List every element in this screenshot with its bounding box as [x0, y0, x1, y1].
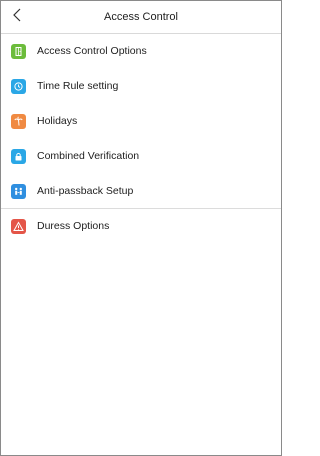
back-button[interactable] [3, 3, 31, 31]
header-bar: Access Control [1, 1, 281, 34]
menu-item-duress-options[interactable]: Duress Options [1, 209, 281, 244]
menu-item-label: Access Control Options [37, 45, 147, 57]
menu-item-anti-passback-setup[interactable]: Anti-passback Setup [1, 174, 281, 209]
access-control-screen: Access Control Access Control Options Ti… [0, 0, 282, 456]
warning-icon [11, 218, 26, 234]
palm-tree-icon [11, 113, 26, 129]
menu-item-label: Holidays [37, 115, 78, 127]
people-arrows-icon [11, 183, 26, 199]
menu-item-label: Combined Verification [37, 150, 140, 162]
menu-item-label: Anti-passback Setup [37, 185, 134, 197]
menu-item-label: Time Rule setting [37, 80, 119, 92]
menu-item-time-rule-setting[interactable]: Time Rule setting [1, 69, 281, 104]
menu-item-label: Duress Options [37, 220, 110, 232]
menu-item-access-control-options[interactable]: Access Control Options [1, 34, 281, 69]
clock-icon [11, 78, 26, 94]
chevron-left-icon [12, 8, 22, 27]
page-title: Access Control [104, 11, 178, 23]
door-icon [11, 43, 26, 59]
lock-icon [11, 148, 26, 164]
menu-list: Access Control Options Time Rule setting… [1, 34, 281, 244]
menu-item-combined-verification[interactable]: Combined Verification [1, 139, 281, 174]
menu-item-holidays[interactable]: Holidays [1, 104, 281, 139]
